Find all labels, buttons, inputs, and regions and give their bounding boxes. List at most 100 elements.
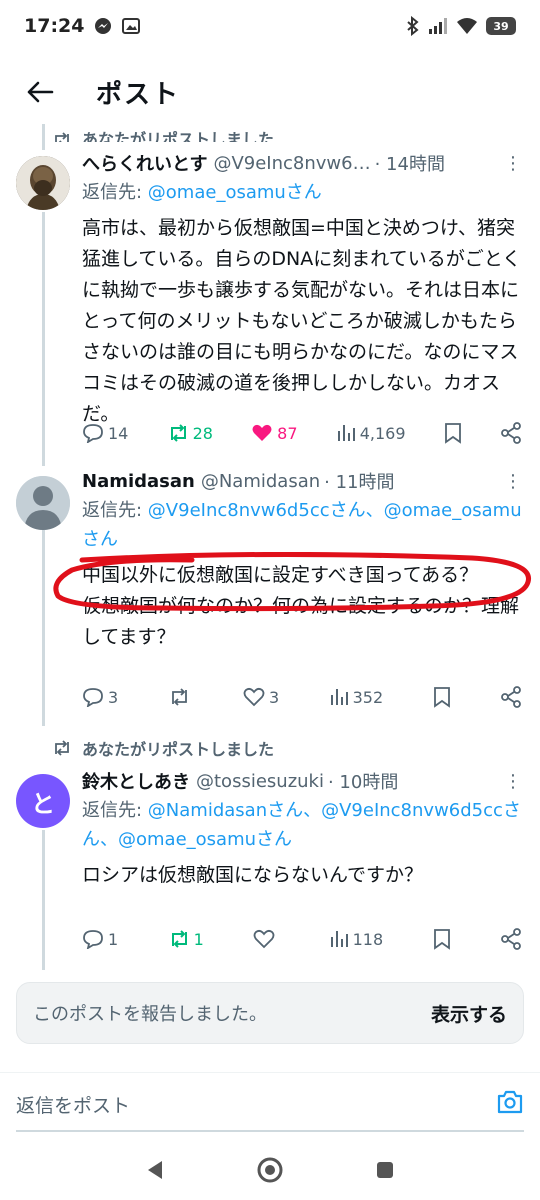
avatar[interactable]	[16, 476, 70, 530]
reported-post-notice: このポストを報告しました。 表示する	[16, 982, 524, 1044]
bookmark-icon	[444, 423, 461, 444]
tweet[interactable]: と 鈴木としあき @tossiesuzuki · 10時間 ⋮ 返信先: @Na…	[0, 768, 540, 968]
messenger-icon	[95, 18, 112, 34]
thread-line	[42, 124, 45, 150]
share-button[interactable]	[500, 686, 522, 708]
more-options-icon[interactable]: ⋮	[498, 471, 522, 492]
reply-button[interactable]: 3	[82, 687, 118, 707]
display-name[interactable]: へらくれいとす	[82, 150, 207, 176]
timestamp[interactable]: · 10時間	[328, 768, 398, 794]
repost-icon	[55, 740, 69, 756]
display-name[interactable]: 鈴木としあき	[82, 768, 190, 794]
views-button[interactable]: 352	[329, 687, 383, 707]
tweet-text: 中国以外に仮想敵国に設定すべき国ってある？ 仮想敵国が何なのか？何の為に設定する…	[82, 564, 520, 648]
repost-label: あなたがリポストしました	[82, 740, 275, 759]
like-button[interactable]	[253, 929, 279, 949]
tweet-actions: 1 1 118	[82, 928, 522, 950]
views-button[interactable]: 4,169	[336, 423, 406, 443]
bookmark-button[interactable]	[444, 422, 462, 444]
reply-input[interactable]: 返信をポスト	[16, 1091, 130, 1118]
share-icon	[501, 422, 521, 444]
reply-button[interactable]: 1	[82, 929, 118, 949]
like-button[interactable]: 3	[243, 687, 279, 707]
repost-icon	[171, 930, 187, 948]
signal-icon	[429, 18, 447, 34]
repost-label: あなたがリポストしました	[82, 130, 275, 142]
tweet-header: へらくれいとす @V9eInc8nvw6… · 14時間 ⋮	[82, 150, 522, 176]
reply-count: 14	[108, 423, 129, 443]
avatar-letter: と	[31, 789, 55, 818]
view-count: 118	[352, 929, 384, 949]
show-post-button[interactable]: 表示する	[431, 1000, 507, 1027]
repost-button[interactable]: 28	[167, 423, 213, 443]
repost-button[interactable]	[168, 687, 194, 707]
repost-icon	[170, 424, 186, 442]
avatar[interactable]: と	[16, 774, 70, 828]
tweet-header: 鈴木としあき @tossiesuzuki · 10時間 ⋮	[82, 768, 522, 794]
display-name[interactable]: Namidasan	[82, 471, 195, 492]
reported-message: このポストを報告しました。	[33, 1004, 267, 1025]
repost-button[interactable]: 1	[168, 929, 204, 949]
share-button[interactable]	[500, 422, 522, 444]
more-options-icon[interactable]: ⋮	[498, 771, 522, 792]
heart-icon	[243, 687, 265, 707]
reply-to: 返信先: @V9eInc8nvw6d5ccさん、@omae_osamuさん	[82, 496, 522, 554]
home-nav-icon[interactable]	[256, 1156, 284, 1184]
reply-composer[interactable]: 返信をポスト	[0, 1072, 540, 1136]
default-user-icon	[16, 476, 70, 530]
status-bar: 17:24 39	[0, 0, 540, 52]
clock: 17:24	[24, 15, 85, 37]
reply-count: 1	[108, 929, 119, 949]
user-handle[interactable]: @Namidasan	[201, 471, 320, 492]
view-count: 4,169	[359, 423, 406, 443]
repost-count: 28	[192, 423, 213, 443]
reply-prefix: 返信先:	[82, 800, 148, 821]
share-icon	[501, 686, 521, 708]
timestamp[interactable]: · 11時間	[324, 468, 394, 494]
repost-indicator: あなたがリポストしました	[52, 118, 274, 142]
back-nav-icon[interactable]	[144, 1159, 166, 1181]
bookmark-button[interactable]	[433, 686, 451, 708]
reply-icon	[83, 930, 103, 949]
heart-icon	[253, 929, 275, 949]
camera-button[interactable]	[496, 1089, 524, 1120]
reply-to: 返信先: @omae_osamuさん	[82, 178, 522, 207]
avatar[interactable]	[16, 156, 70, 210]
user-handle[interactable]: @V9eInc8nvw6…	[213, 153, 370, 174]
reply-mention[interactable]: @Namidasanさん、@V9eInc8nvw6d5ccさん、@omae_os…	[82, 800, 521, 850]
tweet[interactable]: へらくれいとす @V9eInc8nvw6… · 14時間 ⋮ 返信先: @oma…	[0, 150, 540, 450]
share-icon	[501, 928, 521, 950]
analytics-icon	[337, 425, 355, 441]
battery-icon: 39	[486, 17, 516, 35]
repost-icon	[55, 132, 69, 142]
system-navbar	[0, 1140, 540, 1200]
timestamp[interactable]: · 14時間	[375, 150, 445, 176]
analytics-icon	[330, 931, 348, 947]
reply-to: 返信先: @Namidasanさん、@V9eInc8nvw6d5ccさん、@om…	[82, 796, 522, 854]
views-button[interactable]: 118	[329, 929, 384, 949]
camera-icon	[497, 1090, 523, 1114]
back-button[interactable]	[20, 72, 60, 112]
user-handle[interactable]: @tossiesuzuki	[196, 771, 324, 792]
reply-icon	[83, 424, 103, 443]
reply-mention[interactable]: @omae_osamuさん	[148, 182, 322, 203]
tweet-text: 高市は、最初から仮想敵国=中国と決めつけ、猪突猛進している。自らのDNAに刻まれ…	[82, 217, 522, 425]
tweet[interactable]: Namidasan @Namidasan · 11時間 ⋮ 返信先: @V9eI…	[0, 468, 540, 718]
analytics-icon	[330, 689, 348, 705]
more-options-icon[interactable]: ⋮	[498, 153, 522, 174]
bookmark-icon	[433, 687, 450, 708]
tweet-text: ロシアは仮想敵国にならないんですか？	[82, 864, 424, 886]
bookmark-button[interactable]	[433, 928, 451, 950]
bluetooth-icon	[407, 16, 419, 36]
reply-icon	[83, 688, 103, 707]
header: ポスト	[0, 60, 540, 124]
share-button[interactable]	[500, 928, 522, 950]
tweet-header: Namidasan @Namidasan · 11時間 ⋮	[82, 468, 522, 494]
heart-filled-icon	[252, 424, 272, 441]
reply-prefix: 返信先:	[82, 500, 148, 521]
recents-nav-icon[interactable]	[374, 1159, 396, 1181]
repost-count: 1	[193, 929, 204, 949]
reply-mention[interactable]: @V9eInc8nvw6d5ccさん、@omae_osamuさん	[82, 500, 522, 550]
like-button[interactable]: 87	[251, 423, 298, 443]
reply-button[interactable]: 14	[82, 423, 128, 443]
